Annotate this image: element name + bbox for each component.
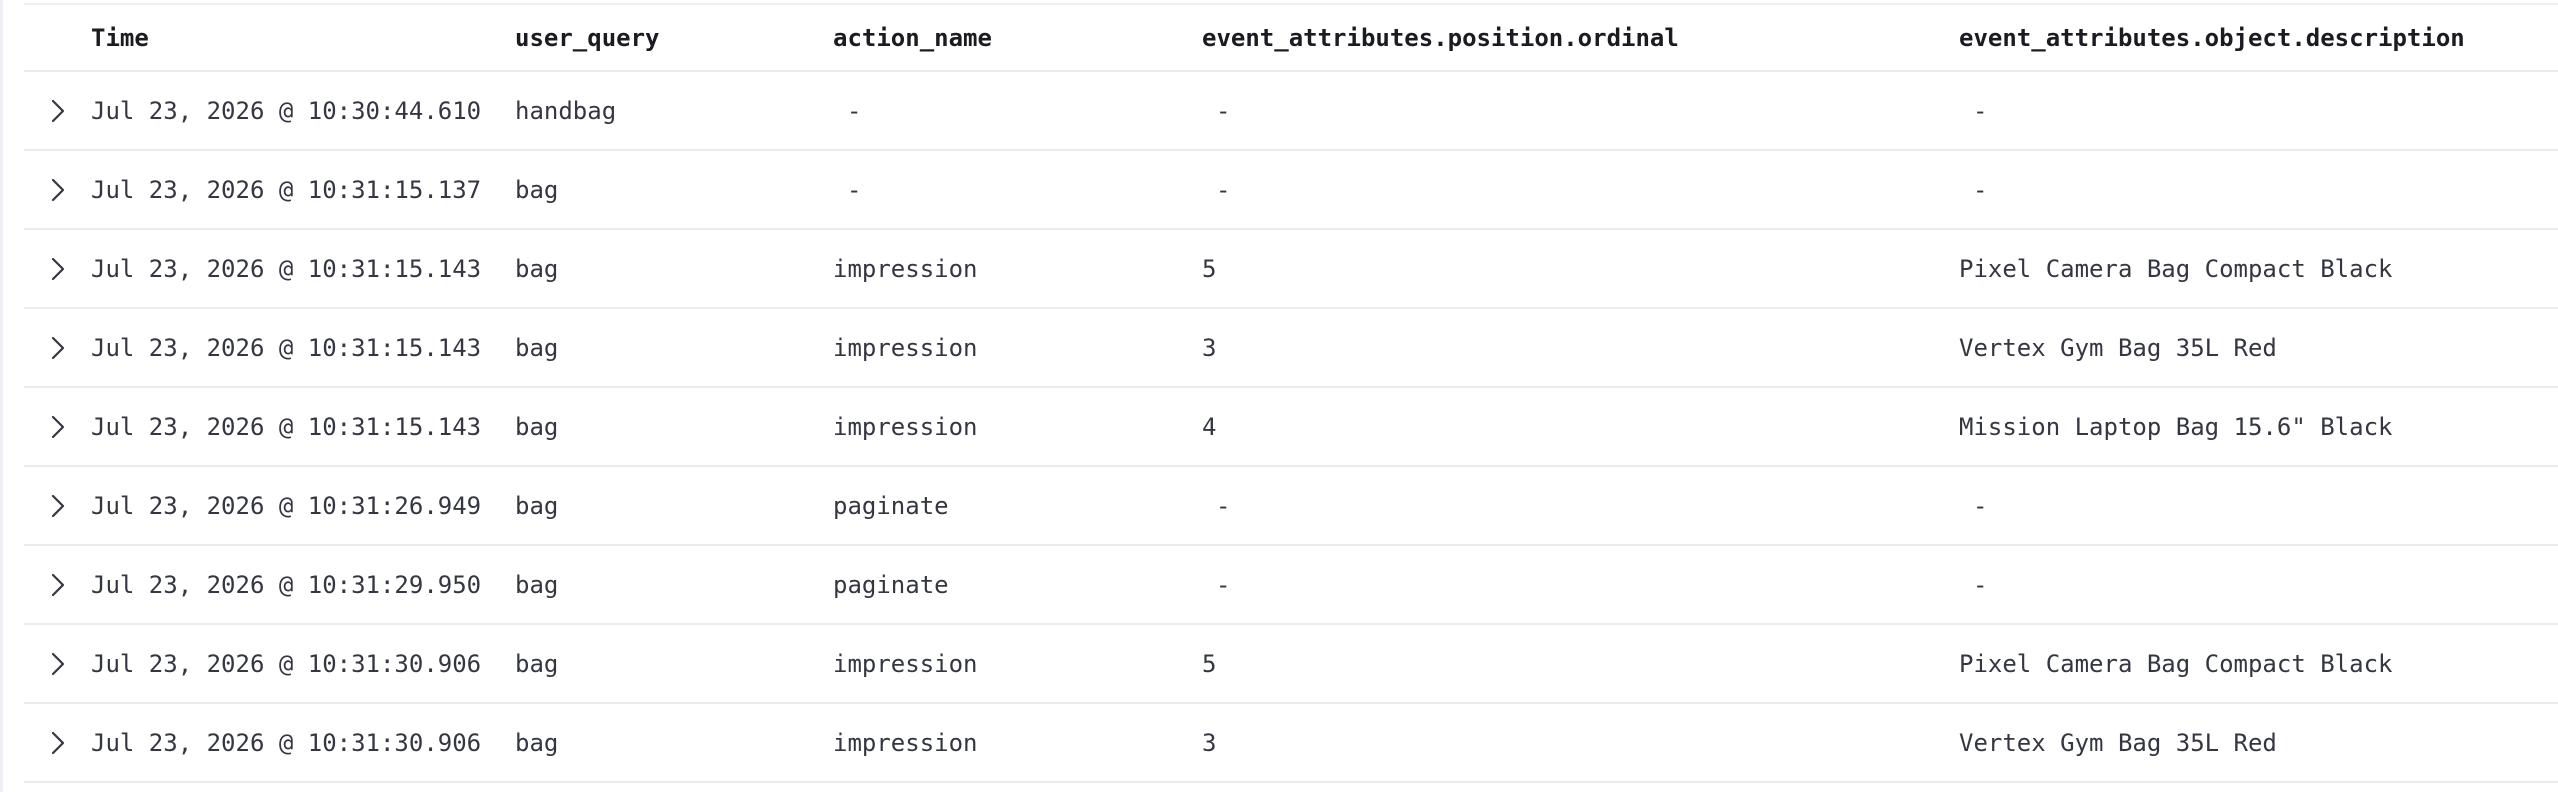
expand-cell <box>38 151 78 228</box>
cell-time: Jul 23, 2026 @ 10:30:44.610 <box>91 96 482 125</box>
table-header-row: Time user_query action_name event_attrib… <box>24 5 2558 72</box>
cell-action-name: impression <box>833 333 978 362</box>
expand-row-button[interactable] <box>42 249 74 289</box>
cell-position-ordinal: 4 <box>1202 412 1217 441</box>
expand-row-button[interactable] <box>42 328 74 368</box>
left-rail <box>0 0 3 792</box>
column-header-position-ordinal[interactable]: event_attributes.position.ordinal <box>1202 5 1679 70</box>
expand-cell <box>38 388 78 465</box>
cell-user-query: bag <box>515 491 559 520</box>
column-header-user-query[interactable]: user_query <box>515 5 660 70</box>
cell-position-ordinal: - <box>1216 491 1231 520</box>
cell-user-query: bag <box>515 728 559 757</box>
cell-user-query: bag <box>515 412 559 441</box>
table-row: Jul 23, 2026 @ 10:31:30.906 bag impression… <box>24 704 2558 783</box>
chevron-right-icon <box>51 415 65 438</box>
cell-action-name: impression <box>833 728 978 757</box>
cell-time: Jul 23, 2026 @ 10:31:29.950 <box>91 570 482 599</box>
table-row: Jul 23, 2026 @ 10:30:44.610 handbag - - - <box>24 72 2558 151</box>
cell-position-ordinal: - <box>1216 570 1231 599</box>
cell-time: Jul 23, 2026 @ 10:31:30.906 <box>91 649 482 678</box>
cell-object-description: - <box>1973 491 1988 520</box>
cell-object-description: - <box>1973 175 1988 204</box>
expand-row-button[interactable] <box>42 170 74 210</box>
expand-row-button[interactable] <box>42 486 74 526</box>
table-row: Jul 23, 2026 @ 10:31:15.137 bag - - - <box>24 151 2558 230</box>
cell-position-ordinal: 3 <box>1202 333 1217 362</box>
expand-cell <box>38 625 78 702</box>
cell-object-description: Pixel Camera Bag Compact Black <box>1959 254 2393 283</box>
cell-object-description: Mission Laptop Bag 15.6" Black <box>1959 412 2393 441</box>
cell-user-query: bag <box>515 649 559 678</box>
expand-cell <box>38 467 78 544</box>
chevron-right-icon <box>51 494 65 517</box>
cell-object-description: Vertex Gym Bag 35L Red <box>1959 333 2277 362</box>
table-row: Jul 23, 2026 @ 10:31:15.143 bag impression… <box>24 388 2558 467</box>
cell-time: Jul 23, 2026 @ 10:31:15.143 <box>91 412 482 441</box>
expand-cell <box>38 230 78 307</box>
table-body: Jul 23, 2026 @ 10:30:44.610 handbag - - - Jul… <box>24 72 2558 783</box>
expand-row-button[interactable] <box>42 91 74 131</box>
cell-time: Jul 23, 2026 @ 10:31:26.949 <box>91 491 482 520</box>
chevron-right-icon <box>51 257 65 280</box>
chevron-right-icon <box>51 99 65 122</box>
cell-position-ordinal: 3 <box>1202 728 1217 757</box>
column-header-time[interactable]: Time <box>91 5 149 70</box>
cell-time: Jul 23, 2026 @ 10:31:15.143 <box>91 333 482 362</box>
expand-row-button[interactable] <box>42 644 74 684</box>
cell-action-name: - <box>847 96 862 125</box>
cell-position-ordinal: 5 <box>1202 254 1217 283</box>
table-row: Jul 23, 2026 @ 10:31:15.143 bag impression… <box>24 309 2558 388</box>
table-row: Jul 23, 2026 @ 10:31:15.143 bag impression… <box>24 230 2558 309</box>
expand-cell <box>38 72 78 149</box>
cell-position-ordinal: - <box>1216 175 1231 204</box>
column-header-object-description[interactable]: event_attributes.object.description <box>1959 5 2465 70</box>
table-row: Jul 23, 2026 @ 10:31:30.906 bag impression… <box>24 625 2558 704</box>
chevron-right-icon <box>51 573 65 596</box>
cell-user-query: bag <box>515 175 559 204</box>
chevron-right-icon <box>51 731 65 754</box>
cell-action-name: paginate <box>833 491 949 520</box>
cell-object-description: - <box>1973 96 1988 125</box>
chevron-right-icon <box>51 178 65 201</box>
cell-position-ordinal: 5 <box>1202 649 1217 678</box>
cell-action-name: paginate <box>833 570 949 599</box>
cell-user-query: bag <box>515 254 559 283</box>
cell-action-name: - <box>847 175 862 204</box>
table-row: Jul 23, 2026 @ 10:31:29.950 bag paginate - - <box>24 546 2558 625</box>
table-row: Jul 23, 2026 @ 10:31:26.949 bag paginate - - <box>24 467 2558 546</box>
cell-object-description: Vertex Gym Bag 35L Red <box>1959 728 2277 757</box>
chevron-right-icon <box>51 336 65 359</box>
cell-user-query: bag <box>515 333 559 362</box>
expand-row-button[interactable] <box>42 565 74 605</box>
expand-cell <box>38 309 78 386</box>
document-table: Time user_query action_name event_attrib… <box>24 3 2558 783</box>
cell-time: Jul 23, 2026 @ 10:31:15.137 <box>91 175 482 204</box>
cell-time: Jul 23, 2026 @ 10:31:15.143 <box>91 254 482 283</box>
cell-action-name: impression <box>833 412 978 441</box>
cell-action-name: impression <box>833 254 978 283</box>
cell-time: Jul 23, 2026 @ 10:31:30.906 <box>91 728 482 757</box>
column-header-action-name[interactable]: action_name <box>833 5 992 70</box>
cell-action-name: impression <box>833 649 978 678</box>
cell-position-ordinal: - <box>1216 96 1231 125</box>
expand-row-button[interactable] <box>42 723 74 763</box>
cell-user-query: handbag <box>515 96 617 125</box>
expand-cell <box>38 546 78 623</box>
cell-object-description: Pixel Camera Bag Compact Black <box>1959 649 2393 678</box>
expand-row-button[interactable] <box>42 407 74 447</box>
cell-user-query: bag <box>515 570 559 599</box>
expand-cell <box>38 704 78 781</box>
chevron-right-icon <box>51 652 65 675</box>
cell-object-description: - <box>1973 570 1988 599</box>
